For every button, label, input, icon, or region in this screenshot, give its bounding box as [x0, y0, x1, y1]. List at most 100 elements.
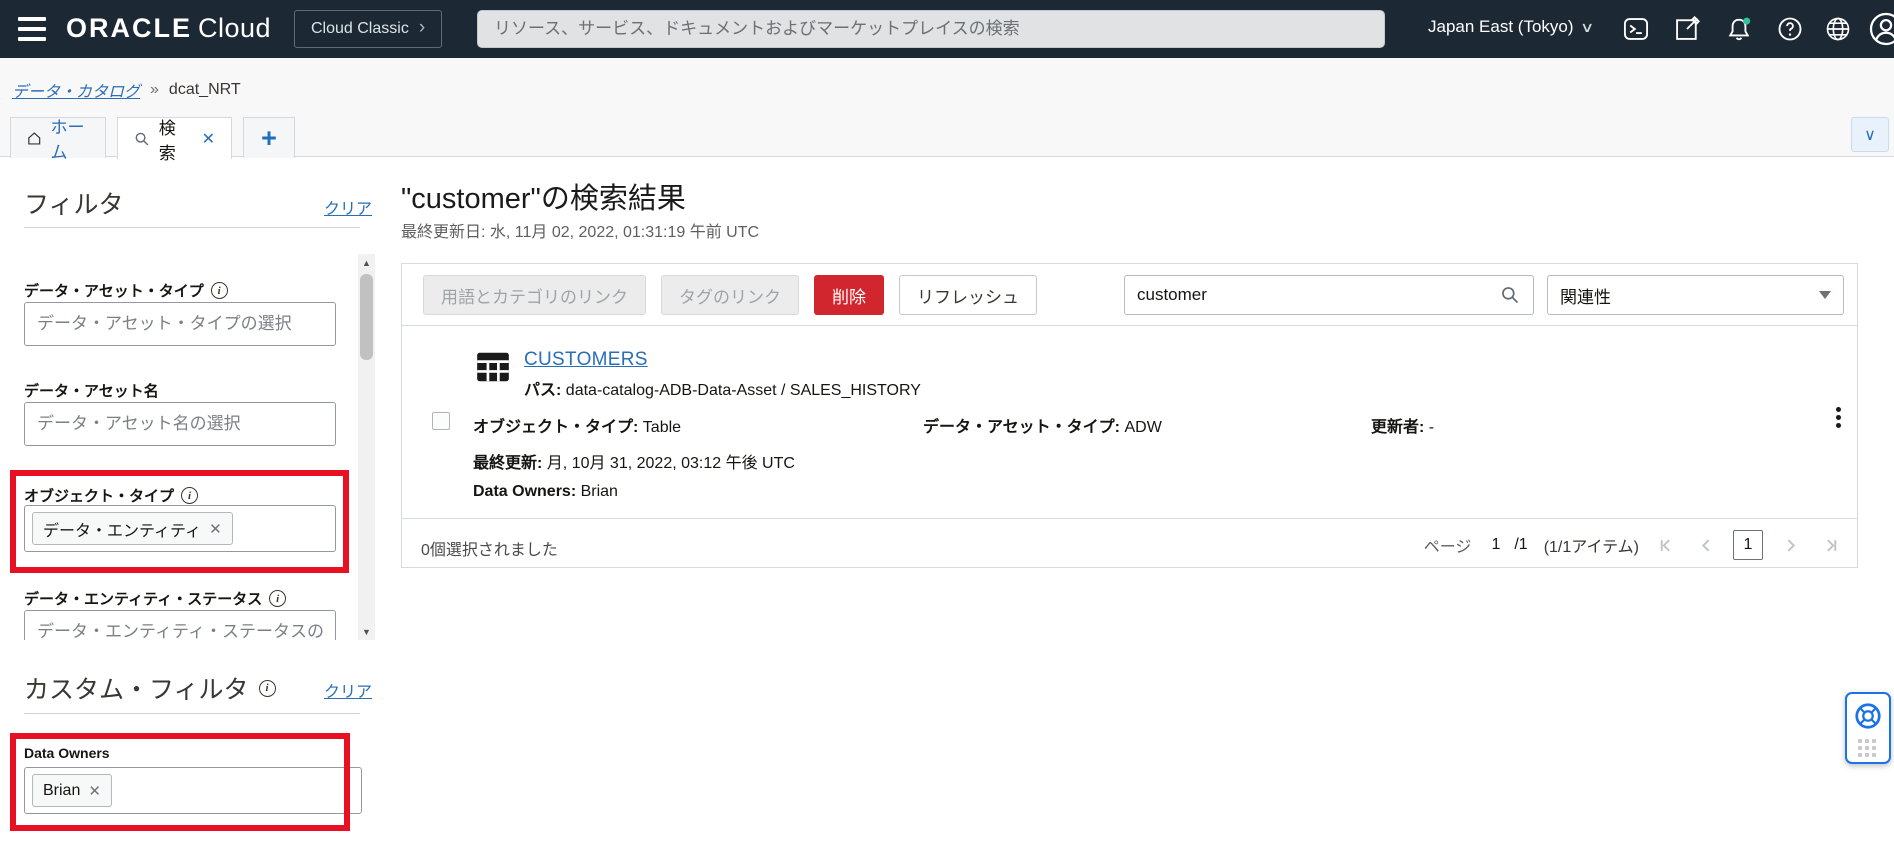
selection-count: 0個選択されました	[421, 536, 558, 560]
updated-by-field: 更新者: -	[1371, 413, 1434, 437]
user-avatar-icon[interactable]	[1868, 11, 1894, 47]
tab-search-active[interactable]: 検索 ✕	[117, 117, 232, 159]
filter-sidebar: フィルタ クリア データ・アセット・タイプ i データ・アセット名 オブジェクト…	[0, 157, 380, 865]
breadcrumb-current: dcat_NRT	[169, 81, 241, 99]
oracle-cloud-logo[interactable]: ORACLECloud	[66, 13, 271, 44]
tab-new-button[interactable]: +	[243, 117, 295, 158]
chip-remove-icon[interactable]: ✕	[209, 520, 222, 538]
data-asset-name-input[interactable]	[24, 402, 336, 446]
drag-handle-dots-icon[interactable]	[1858, 739, 1878, 757]
topbar: ORACLECloud Cloud Classic › Japan East (…	[0, 0, 1894, 58]
results-toolbar: 用語とカテゴリのリンク タグのリンク 削除 リフレッシュ	[423, 275, 1037, 315]
refresh-button[interactable]: リフレッシュ	[899, 275, 1037, 315]
page-number: 1	[1491, 536, 1500, 554]
object-type-label: オブジェクト・タイプ i	[24, 485, 198, 506]
app-window: ORACLECloud Cloud Classic › Japan East (…	[0, 0, 1894, 865]
pagination: ページ 1 /1 (1/1アイテム) 1	[1424, 528, 1843, 562]
breadcrumb-separator: »	[150, 81, 159, 99]
delete-button[interactable]: 削除	[814, 275, 884, 315]
last-updated-text: 最終更新日: 水, 11月 02, 2022, 01:31:19 午前 UTC	[401, 218, 759, 242]
scroll-down-icon[interactable]: ▼	[358, 623, 375, 640]
cloud-classic-label: Cloud Classic	[311, 20, 409, 38]
result-path: パス: data-catalog-ADB-Data-Asset / SALES_…	[524, 376, 921, 400]
last-page-icon[interactable]	[1817, 532, 1843, 558]
next-page-icon[interactable]	[1777, 532, 1803, 558]
filter-clear-link[interactable]: クリア	[324, 195, 372, 219]
info-icon[interactable]: i	[181, 487, 198, 504]
prev-page-icon[interactable]	[1693, 532, 1719, 558]
edit-annotate-icon[interactable]	[1673, 15, 1701, 43]
help-icon[interactable]	[1776, 15, 1804, 43]
data-owners-input[interactable]: Brian ✕	[24, 767, 362, 814]
tab-search-label: 検索	[159, 114, 189, 164]
panel-collapse-button[interactable]: ∨	[1851, 117, 1889, 152]
info-icon[interactable]: i	[259, 680, 276, 697]
link-tags-button[interactable]: タグのリンク	[661, 275, 799, 315]
data-owners-chip: Brian ✕	[32, 774, 112, 807]
scrollbar-thumb[interactable]	[360, 274, 373, 360]
table-entity-icon	[473, 348, 513, 386]
chip-remove-icon[interactable]: ✕	[88, 782, 101, 800]
row-actions-kebab-icon[interactable]	[1826, 407, 1850, 437]
divider	[402, 325, 1857, 326]
object-type-input[interactable]: データ・エンティティ ✕	[24, 505, 336, 552]
divider	[402, 518, 1857, 519]
breadcrumb: データ・カタログ » dcat_NRT	[12, 78, 241, 102]
data-asset-type-input[interactable]	[24, 302, 336, 346]
results-card: 用語とカテゴリのリンク タグのリンク 削除 リフレッシュ 関連性	[401, 263, 1858, 568]
tab-home-label: ホーム	[50, 113, 89, 163]
object-type-field: オブジェクト・タイプ: Table	[473, 413, 681, 437]
asset-type-field: データ・アセット・タイプ: ADW	[923, 413, 1162, 437]
notifications-bell-icon[interactable]	[1725, 15, 1753, 43]
page-label: ページ	[1424, 533, 1472, 557]
results-search-input[interactable]	[1124, 275, 1534, 315]
global-search-input[interactable]	[477, 10, 1385, 48]
object-type-chip: データ・エンティティ ✕	[32, 512, 233, 545]
sidebar-scrollbar[interactable]: ▲ ▼	[358, 254, 375, 640]
cloud-classic-button[interactable]: Cloud Classic ›	[294, 10, 442, 48]
entity-status-input[interactable]	[24, 610, 336, 640]
breadcrumb-data-catalog-link[interactable]: データ・カタログ	[12, 78, 140, 102]
notification-dot	[1743, 18, 1750, 25]
sort-relevance-select[interactable]: 関連性	[1547, 275, 1844, 315]
current-page-box[interactable]: 1	[1733, 530, 1763, 560]
page-title: "customer"の検索結果	[401, 175, 686, 217]
filter-scroll-area: データ・アセット・タイプ i データ・アセット名 オブジェクト・タイプ i デー…	[0, 254, 380, 640]
filter-heading: フィルタ	[24, 185, 124, 221]
scroll-up-icon[interactable]: ▲	[358, 254, 375, 271]
result-checkbox[interactable]	[432, 412, 450, 430]
region-label: Japan East (Tokyo)	[1428, 17, 1574, 37]
info-icon[interactable]: i	[211, 282, 228, 299]
data-asset-type-label: データ・アセット・タイプ i	[24, 280, 228, 301]
chevron-down-icon: ∨	[1864, 125, 1876, 145]
sort-value: 関連性	[1560, 283, 1611, 308]
plus-icon: +	[261, 123, 277, 154]
result-customers-link[interactable]: CUSTOMERS	[524, 349, 648, 371]
dropdown-arrow-icon	[1819, 291, 1831, 299]
live-help-widget[interactable]	[1845, 692, 1891, 764]
data-owners-label: Data Owners	[24, 745, 110, 761]
tab-home[interactable]: ホーム	[10, 117, 106, 158]
globe-language-icon[interactable]	[1824, 15, 1852, 43]
page-total: /1	[1514, 536, 1527, 554]
entity-status-label: データ・エンティティ・ステータス i	[24, 588, 286, 609]
link-terms-button[interactable]: 用語とカテゴリのリンク	[423, 275, 646, 315]
region-selector[interactable]: Japan East (Tokyo) ∨	[1428, 17, 1592, 37]
cloud-shell-icon[interactable]	[1622, 15, 1650, 43]
custom-filter-clear-link[interactable]: クリア	[324, 678, 372, 702]
life-ring-help-icon	[1853, 701, 1883, 731]
brand-cloud: Cloud	[198, 13, 271, 43]
items-count: (1/1アイテム)	[1544, 533, 1639, 557]
data-owners-field: Data Owners: Brian	[473, 483, 618, 501]
first-page-icon[interactable]	[1653, 532, 1679, 558]
subheader: データ・カタログ » dcat_NRT ホーム 検索 ✕ + ∨	[0, 58, 1894, 157]
data-asset-name-label: データ・アセット名	[24, 380, 159, 401]
brand-oracle: ORACLE	[66, 13, 192, 43]
custom-filter-heading: カスタム・フィルタ i	[24, 670, 276, 706]
last-modified-field: 最終更新: 月, 10月 31, 2022, 03:12 午後 UTC	[473, 449, 795, 473]
hamburger-menu-icon[interactable]	[18, 17, 46, 41]
chevron-right-icon: ›	[419, 17, 425, 39]
chevron-down-icon: ∨	[1579, 19, 1593, 36]
info-icon[interactable]: i	[269, 590, 286, 607]
tab-close-icon[interactable]: ✕	[202, 129, 215, 149]
